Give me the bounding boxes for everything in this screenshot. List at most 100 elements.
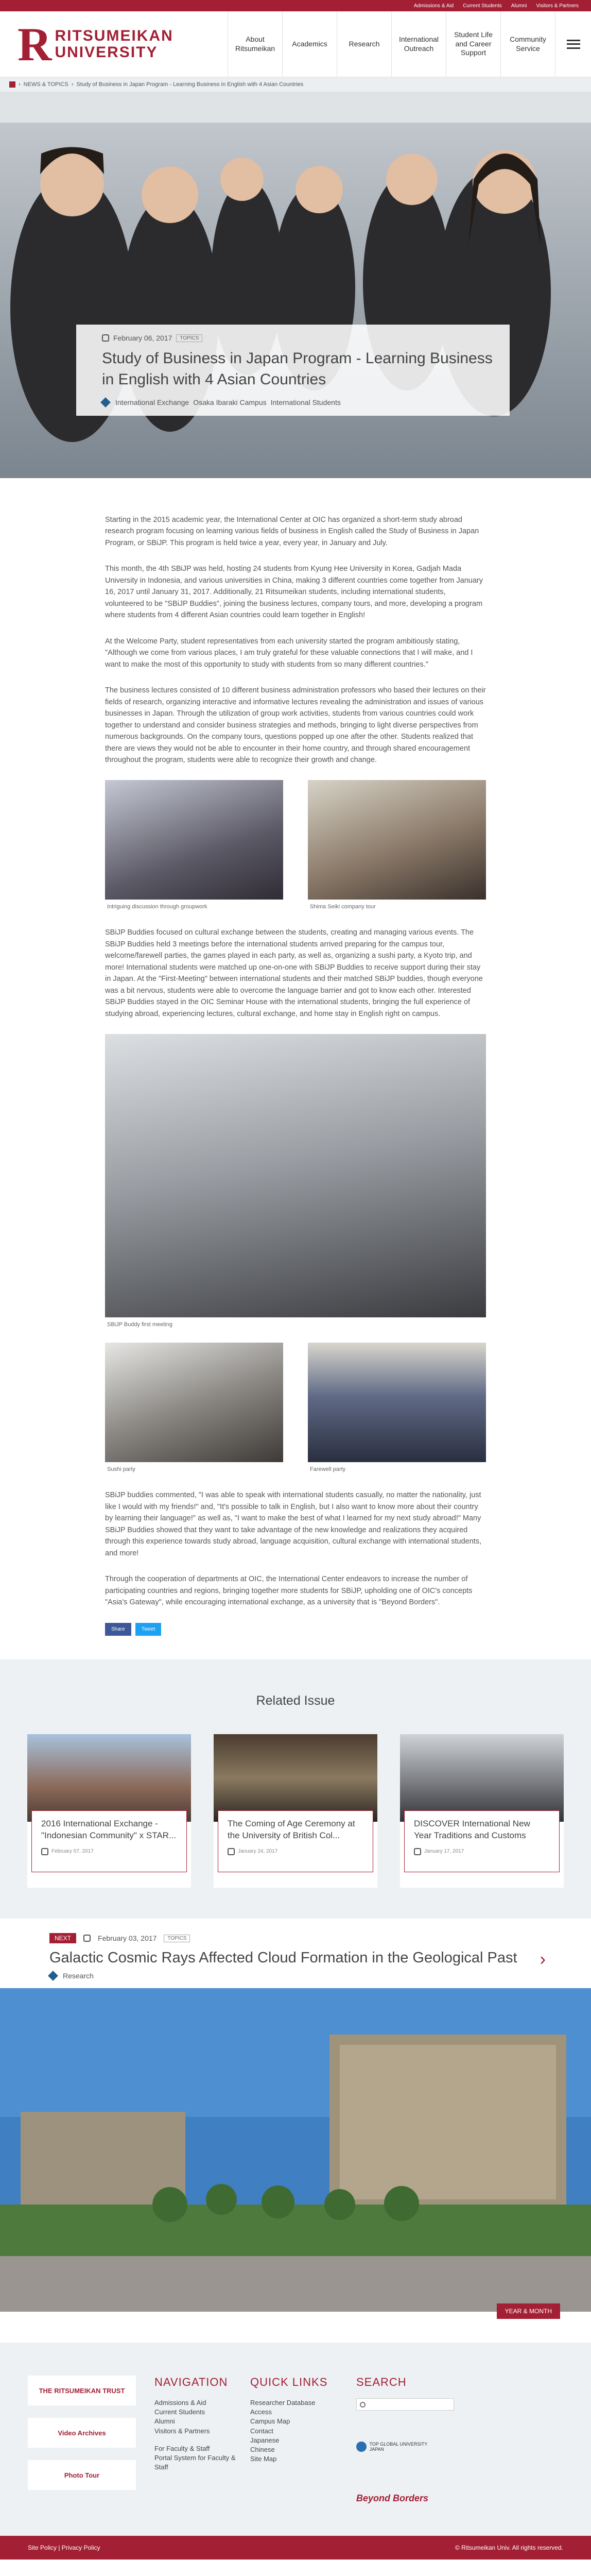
footer-link[interactable]: Campus Map [250,2417,346,2426]
footer: THE RITSUMEIKAN TRUST Video Archives Pho… [0,2343,591,2536]
gnav-research[interactable]: Research [337,11,391,77]
photo-caption: Intriguing discussion through groupwork [107,904,207,910]
photo-sushi-party: Sushi party [105,1343,283,1474]
article-title: Study of Business in Japan Program - Lea… [102,350,493,388]
footer-boxes: THE RITSUMEIKAN TRUST Video Archives Pho… [0,2376,154,2504]
next-article[interactable]: NEXT February 03, 2017 TOPICS Galactic C… [0,1919,591,2319]
photo-groupwork: Intriguing discussion through groupwork [105,780,283,911]
gnav-international[interactable]: International Outreach [391,11,446,77]
related-date-row: January 24, 2017 [228,1848,363,1855]
campus-photo [0,1988,591,2312]
breadcrumb-news[interactable]: NEWS & TOPICS [24,81,68,88]
menu-button[interactable] [555,11,591,77]
tag-icon [100,397,111,408]
gnav-about[interactable]: About Ritsumeikan [228,11,282,77]
related-card[interactable]: DISCOVER International New Year Traditio… [400,1734,564,1888]
footer-quick-heading: QUICK LINKS [250,2376,328,2389]
gnav-student-life[interactable]: Student Life and Career Support [446,11,500,77]
article-paragraph: Through the cooperation of departments a… [105,1575,473,1607]
ritsumeikan-trust-link[interactable]: THE RITSUMEIKAN TRUST [28,2376,136,2406]
footer-link[interactable]: Admissions & Aid [154,2398,250,2408]
footer-link[interactable]: Contact [250,2427,346,2436]
utility-link-visitors[interactable]: Visitors & Partners [536,3,579,9]
next-title[interactable]: Galactic Cosmic Rays Affected Cloud Form… [0,1950,591,1967]
footer-search-heading: SEARCH [356,2376,407,2389]
logo-line-2: UNIVERSITY [55,43,158,61]
related-issues: Related Issue 2016 International Exchang… [0,1659,591,1919]
twitter-share-button[interactable]: Tweet [135,1622,162,1636]
article-paragraph: SBiJP Buddies focused on cultural exchan… [105,928,483,1018]
bottom-bar: Site Policy | Privacy Policy © Ritsumeik… [0,2536,591,2560]
year-month-button[interactable]: YEAR & MONTH [496,2303,560,2319]
utility-link-current-students[interactable]: Current Students [463,3,502,9]
site-logo[interactable]: R RITSUMEIKAN UNIVERSITY [0,11,206,77]
video-archives-link[interactable]: Video Archives [28,2418,136,2448]
photo-farewell-party: Farewell party [308,1343,486,1474]
tag-international-exchange[interactable]: International Exchange [115,398,189,406]
related-card[interactable]: The Coming of Age Ceremony at the Univer… [214,1734,377,1888]
gnav-community[interactable]: Community Service [500,11,555,77]
article-tags: International Exchange Osaka Ibaraki Cam… [100,397,497,408]
tag-international-students[interactable]: International Students [271,398,341,406]
photo-tour-link[interactable]: Photo Tour [28,2460,136,2490]
next-badge: NEXT [49,1933,77,1944]
related-image [400,1734,564,1822]
company-tour-image [308,780,486,900]
footer-link[interactable]: Researcher Database [250,2398,346,2408]
related-title: DISCOVER International New Year Traditio… [414,1819,530,1840]
article-paragraph: At the Welcome Party, student representa… [105,637,473,669]
photo-company-tour: Shima Seiki company tour [308,780,486,911]
next-date: February 03, 2017 [98,1934,157,1943]
footer-link[interactable]: Visitors & Partners [154,2427,250,2436]
footer-link[interactable]: Portal System for Faculty & Staff [154,2453,250,2472]
gnav-academics[interactable]: Academics [282,11,337,77]
search-icon [360,2401,366,2408]
utility-link-admissions[interactable]: Admissions & Aid [414,3,454,9]
facebook-share-button[interactable]: Share [105,1622,131,1636]
search-input[interactable] [356,2398,454,2411]
footer-quick-links: QUICK LINKS Researcher Database Access C… [250,2376,346,2504]
home-icon[interactable] [9,81,15,88]
logo-mark: R [18,18,52,71]
related-image [27,1734,191,1822]
footer-link[interactable]: Access [250,2408,346,2417]
calendar-icon [41,1848,48,1855]
tag-icon [48,1971,58,1981]
related-date-row: February 07, 2017 [41,1848,177,1855]
next-meta: NEXT February 03, 2017 TOPICS [0,1933,591,1944]
photo-row: Sushi party Farewell party [105,1343,486,1474]
footer-link[interactable]: Alumni [154,2417,250,2426]
breadcrumb-separator: › [19,81,21,88]
tag-oic[interactable]: Osaka Ibaraki Campus [193,398,266,406]
photo-row: Intriguing discussion through groupwork … [105,780,486,911]
related-date-row: January 17, 2017 [414,1848,550,1855]
related-grid: 2016 International Exchange - "Indonesia… [0,1734,591,1888]
topic-badge[interactable]: TOPICS [164,1934,190,1942]
calendar-icon [414,1848,421,1855]
chevron-right-icon[interactable]: › [540,1950,546,1970]
footer-nav-heading: NAVIGATION [154,2376,228,2389]
related-date: February 07, 2017 [51,1849,94,1855]
top-global-university-logo[interactable]: TOP GLOBAL UNIVERSITY JAPAN [356,2442,442,2452]
article-paragraph: This month, the 4th SBiJP was held, host… [105,565,483,620]
sg-label: TOP GLOBAL UNIVERSITY JAPAN [369,2442,428,2452]
topic-badge[interactable]: TOPICS [176,334,203,342]
footer-navigation: NAVIGATION Admissions & Aid Current Stud… [154,2376,250,2504]
footer-link[interactable]: Current Students [154,2408,250,2417]
tag-research[interactable]: Research [63,1972,94,1980]
calendar-icon [228,1848,235,1855]
footer-link[interactable]: Chinese [250,2445,346,2454]
related-card-body: 2016 International Exchange - "Indonesia… [31,1810,187,1873]
related-card-body: The Coming of Age Ceremony at the Univer… [218,1810,373,1873]
article-paragraph: The business lectures consisted of 10 di… [105,686,486,764]
logo-line-1: RITSUMEIKAN [55,27,173,44]
related-heading: Related Issue [256,1693,335,1708]
utility-link-alumni[interactable]: Alumni [511,3,527,9]
policy-links[interactable]: Site Policy | Privacy Policy [28,2544,100,2551]
footer-link[interactable]: Japanese [250,2436,346,2445]
calendar-icon [102,334,109,342]
next-article-image [0,1988,591,2312]
related-card[interactable]: 2016 International Exchange - "Indonesia… [27,1734,191,1888]
footer-link[interactable]: Site Map [250,2454,346,2464]
footer-link[interactable]: For Faculty & Staff [154,2444,250,2453]
